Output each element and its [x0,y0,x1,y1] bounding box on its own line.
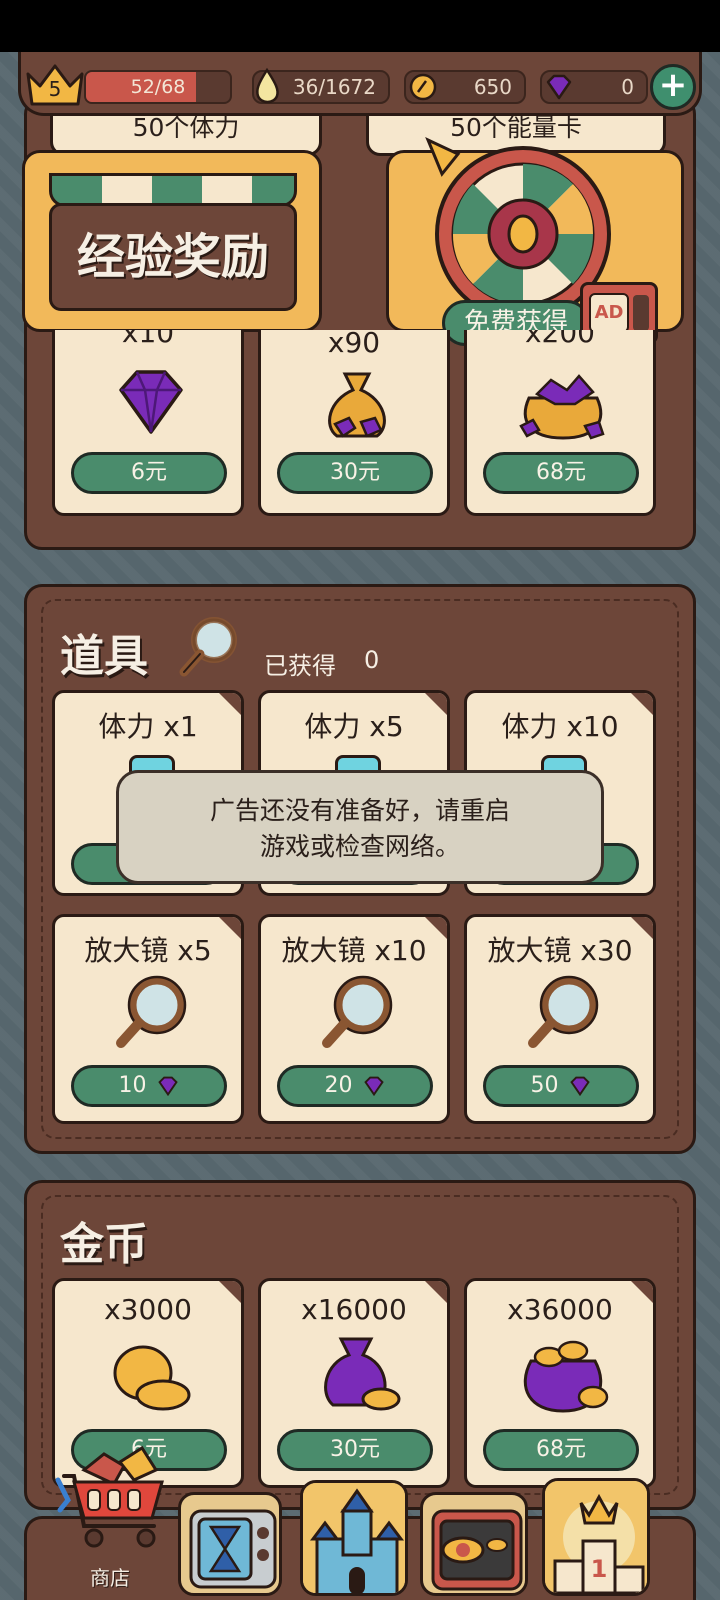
props-title: 道具 [60,631,148,682]
toast-line-2: 游戏或检查网络。 [259,832,460,861]
gem-card-price-button[interactable]: 6元 [71,452,227,494]
coins-title: 金币 [60,1219,148,1270]
add-gems-button[interactable]: + [650,64,696,110]
coin-price-button[interactable]: 68元 [483,1429,639,1471]
magnifier-item-card-3[interactable]: 放大镜 x30 50 [464,914,656,1124]
gem-card-3[interactable]: x200 68元 [464,330,656,516]
castle-icon [303,1483,405,1593]
svg-text:1: 1 [591,1555,608,1583]
gem-card-price-button[interactable]: 68元 [483,452,639,494]
gem-card-qty: x90 [327,330,381,359]
magnifier-icon [179,617,237,677]
coin-card-qty: x36000 [507,1293,613,1326]
toast-line-1: 广告还没有准备好，请重启 [209,796,510,825]
gem-card-qty: x10 [121,330,175,349]
magnifier-price-button[interactable]: 50 [483,1065,639,1107]
magnifier-icon [116,975,187,1048]
coin-icon [409,73,437,101]
magnifier-price: 50 [530,1073,559,1098]
gem-card-price: 30元 [330,460,380,485]
coin-sack-icon [523,1340,609,1413]
status-bar [0,0,720,52]
gem-card-qty: x200 [524,330,595,349]
exp-reward-sign[interactable]: 经验奖励 [22,150,322,332]
stamina-drop-icon [256,67,279,104]
coin-price-button[interactable]: 30元 [277,1429,433,1471]
xp-bar: 52/68 [84,70,232,104]
coin-card-3[interactable]: x36000 68元 [464,1278,656,1488]
eye-monitor-icon [431,1509,523,1591]
nav-monitor[interactable] [420,1492,528,1596]
gem-card-1[interactable]: x10 6元 [52,330,244,516]
stamina-value: 36/1672 [292,75,376,99]
gem-sack-icon [519,374,605,440]
tv-hourglass-icon [189,1509,277,1589]
nav-shop-label: 商店 [90,1566,130,1590]
gem-icon [546,74,572,100]
gem-card-price: 68元 [536,460,586,485]
coin-value: 650 [473,75,512,99]
magnifier-icon [528,975,599,1048]
gem-value: 0 [621,75,634,99]
ad-not-ready-toast: 广告还没有准备好，请重启 游戏或检查网络。 [116,770,604,884]
coin-stack-icon [113,1345,191,1411]
coin-price: 30元 [330,1437,380,1462]
magnifier-icon [322,975,393,1048]
obtained-count: 0 [364,646,380,674]
ad-label: AD [589,293,629,333]
nav-shop[interactable]: 商店 [50,1440,170,1600]
magnifier-item-qty: 放大镜 x5 [84,934,212,967]
gem-card-2[interactable]: x90 30元 [258,330,450,516]
stamina-item-qty: 体力 x10 [501,710,619,743]
gem-icon [569,1076,590,1096]
nav-ranking[interactable]: 1 [542,1478,650,1596]
nav-city[interactable] [300,1480,408,1596]
coin-price: 68元 [536,1437,586,1462]
gem-icon [157,1076,178,1096]
obtained-label: 已获得 [264,652,336,680]
magnifier-price: 10 [118,1073,147,1098]
gem-icon [363,1076,384,1096]
magnifier-price: 20 [324,1073,353,1098]
level-number: 5 [48,77,62,101]
coin-pouch-icon [324,1337,401,1411]
magnifier-item-card-2[interactable]: 放大镜 x10 20 [258,914,450,1124]
coin-card-2[interactable]: x16000 30元 [258,1278,450,1488]
podium-trophy-icon: 1 [545,1481,647,1593]
magnifier-price-button[interactable]: 20 [277,1065,433,1107]
magnifier-item-qty: 放大镜 x30 [487,934,633,967]
gem-bag-icon [328,372,386,438]
gem-icon [119,370,183,434]
stamina-item-qty: 体力 x1 [98,710,198,743]
gem-card-price: 6元 [131,460,167,485]
xp-text: 52/68 [130,76,186,98]
magnifier-item-qty: 放大镜 x10 [281,934,427,967]
magnifier-item-card-1[interactable]: 放大镜 x5 10 [52,914,244,1124]
stamina-item-qty: 体力 x5 [304,710,404,743]
nav-tv[interactable] [178,1492,282,1596]
shopping-cart-icon [55,1445,164,1548]
coin-card-qty: x16000 [301,1293,407,1326]
magnifier-price-button[interactable]: 10 [71,1065,227,1107]
coin-card-qty: x3000 [104,1293,192,1326]
exp-reward-board: 经验奖励 [49,203,297,311]
gem-card-price-button[interactable]: 30元 [277,452,433,494]
awning [49,173,297,207]
exp-reward-label: 经验奖励 [76,229,269,285]
